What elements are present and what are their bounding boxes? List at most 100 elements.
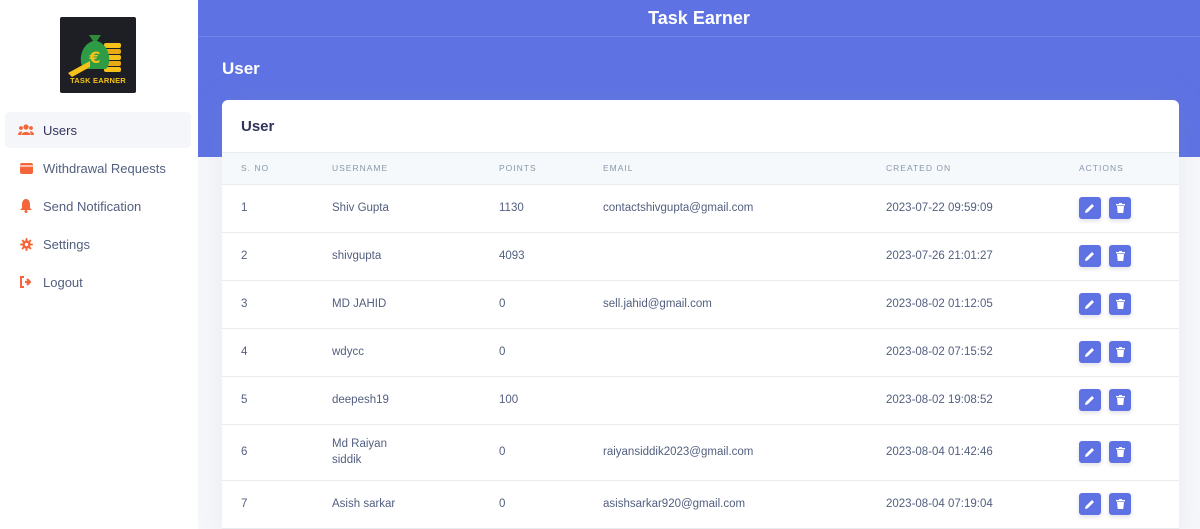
sidebar-nav: Users Withdrawal Requests Send Notificat… (5, 112, 191, 302)
edit-button[interactable] (1079, 341, 1101, 363)
username-line: siddik (332, 454, 362, 466)
cell-created-on: 2023-08-04 01:42:46 (886, 424, 1079, 481)
cell-actions (1079, 480, 1179, 529)
column-header-actions: Actions (1079, 153, 1179, 185)
edit-button[interactable] (1079, 441, 1101, 463)
cell-actions (1079, 376, 1179, 425)
cell-actions (1079, 328, 1179, 377)
delete-button[interactable] (1109, 245, 1131, 267)
wallet-icon (18, 160, 34, 176)
cell-sno: 4 (222, 328, 332, 377)
cell-created-on: 2023-08-02 01:12:05 (886, 280, 1079, 329)
cell-sno: 7 (222, 480, 332, 529)
delete-button[interactable] (1109, 493, 1131, 515)
delete-button[interactable] (1109, 341, 1131, 363)
cell-actions (1079, 280, 1179, 329)
column-header-sno: S. No (222, 153, 332, 185)
sidebar-item-settings[interactable]: Settings (5, 226, 191, 262)
trash-icon (1115, 395, 1125, 405)
edit-button[interactable] (1079, 493, 1101, 515)
cell-points: 100 (499, 376, 603, 425)
cell-actions (1079, 232, 1179, 281)
table-row: 2 shivgupta 4093 2023-07-26 21:01:27 (222, 232, 1179, 281)
cell-points: 0 (499, 328, 603, 377)
cell-email: asishsarkar920@gmail.com (603, 480, 886, 529)
edit-button[interactable] (1079, 245, 1101, 267)
cell-sno: 1 (222, 184, 332, 233)
column-header-points: Points (499, 153, 603, 185)
pencil-icon (1085, 204, 1094, 213)
cell-username: deepesh19 (332, 376, 499, 425)
pencil-icon (1085, 300, 1094, 309)
cell-username: wdycc (332, 328, 499, 377)
trash-icon (1115, 347, 1125, 357)
cell-username: Shiv Gupta (332, 184, 499, 233)
table-row: 5 deepesh19 100 2023-08-02 19:08:52 (222, 376, 1179, 425)
pencil-icon (1085, 396, 1094, 405)
delete-button[interactable] (1109, 441, 1131, 463)
username-line: Md Raiyan (332, 438, 387, 450)
column-header-username: Username (332, 153, 499, 185)
sidebar-item-users[interactable]: Users (5, 112, 191, 148)
logout-icon (18, 274, 34, 290)
sidebar-item-logout[interactable]: Logout (5, 264, 191, 300)
table-row: 7 Asish sarkar 0 asishsarkar920@gmail.co… (222, 480, 1179, 529)
cell-created-on: 2023-07-22 09:59:09 (886, 184, 1079, 233)
trash-icon (1115, 499, 1125, 509)
pencil-icon (1085, 500, 1094, 509)
cell-username: MD JAHID (332, 280, 499, 329)
delete-button[interactable] (1109, 197, 1131, 219)
gear-icon (18, 236, 34, 252)
edit-button[interactable] (1079, 197, 1101, 219)
logo-text: TASK EARNER (70, 76, 126, 85)
trash-icon (1115, 299, 1125, 309)
table-header-row: S. No Username Points Email Created On A… (222, 153, 1179, 185)
cell-username: shivgupta (332, 232, 499, 281)
edit-button[interactable] (1079, 293, 1101, 315)
table-row: 4 wdycc 0 2023-08-02 07:15:52 (222, 328, 1179, 377)
pencil-icon (1085, 252, 1094, 261)
cell-username: Md Raiyan siddik (332, 424, 499, 481)
users-icon (18, 122, 34, 138)
cell-username: Asish sarkar (332, 480, 499, 529)
sidebar-item-label: Settings (43, 236, 90, 252)
column-header-email: Email (603, 153, 886, 185)
card-title: User (241, 117, 275, 135)
sidebar: € TASK EARNER Users Withdrawal Requests … (0, 0, 198, 529)
sidebar-item-label: Send Notification (43, 198, 142, 214)
cell-email (603, 376, 886, 425)
cell-points: 0 (499, 424, 603, 481)
cell-created-on: 2023-08-02 07:15:52 (886, 328, 1079, 377)
sidebar-item-label: Logout (43, 274, 83, 290)
delete-button[interactable] (1109, 389, 1131, 411)
cell-created-on: 2023-08-04 07:19:04 (886, 480, 1079, 529)
cell-sno: 5 (222, 376, 332, 425)
column-header-created-on: Created On (886, 153, 1079, 185)
page-title: User (222, 59, 260, 78)
bell-icon (18, 198, 34, 214)
edit-button[interactable] (1079, 389, 1101, 411)
sidebar-item-label: Withdrawal Requests (43, 160, 166, 176)
pencil-icon (1085, 448, 1094, 457)
table-row: 6 Md Raiyan siddik 0 raiyansiddik2023@gm… (222, 424, 1179, 481)
pencil-icon (1085, 348, 1094, 357)
users-table: S. No Username Points Email Created On A… (222, 153, 1179, 529)
trash-icon (1115, 251, 1125, 261)
table-row: 3 MD JAHID 0 sell.jahid@gmail.com 2023-0… (222, 280, 1179, 329)
cell-sno: 2 (222, 232, 332, 281)
card-header: User (222, 100, 1179, 153)
svg-text:€: € (88, 48, 100, 67)
cell-email: sell.jahid@gmail.com (603, 280, 886, 329)
app-logo[interactable]: € TASK EARNER (60, 17, 136, 93)
cell-email: contactshivgupta@gmail.com (603, 184, 886, 233)
trash-icon (1115, 447, 1125, 457)
table-row: 1 Shiv Gupta 1130 contactshivgupta@gmail… (222, 184, 1179, 233)
sidebar-item-label: Users (43, 122, 77, 138)
sidebar-item-send-notification[interactable]: Send Notification (5, 188, 191, 224)
sidebar-item-withdrawal-requests[interactable]: Withdrawal Requests (5, 150, 191, 186)
trash-icon (1115, 203, 1125, 213)
cell-sno: 3 (222, 280, 332, 329)
delete-button[interactable] (1109, 293, 1131, 315)
cell-email: raiyansiddik2023@gmail.com (603, 424, 886, 481)
app-title: Task Earner (198, 0, 1200, 37)
